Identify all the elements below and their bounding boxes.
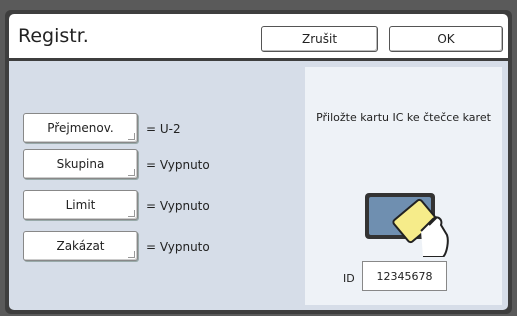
rename-button-label: Přejmenov. — [47, 121, 114, 135]
corner-mark-icon — [128, 210, 135, 217]
id-value: 12345678 — [376, 269, 433, 283]
cancel-button[interactable]: Zrušit — [261, 26, 378, 52]
card-reader-panel: Přiložte kartu IC ke čtečce karet ID 123… — [305, 67, 502, 305]
corner-mark-icon — [128, 133, 135, 140]
rename-value: = U-2 — [146, 122, 181, 136]
id-label: ID — [343, 272, 355, 285]
limit-button[interactable]: Limit — [23, 190, 138, 220]
corner-mark-icon — [128, 169, 135, 176]
limit-button-label: Limit — [65, 198, 96, 212]
id-field: 12345678 — [362, 261, 447, 291]
group-button[interactable]: Skupina — [23, 149, 138, 179]
disable-value: = Vypnuto — [146, 240, 210, 254]
rename-button[interactable]: Přejmenov. — [23, 113, 138, 143]
card-instruction: Přiložte kartu IC ke čtečce karet — [316, 111, 491, 124]
disable-button-label: Zakázat — [56, 239, 105, 253]
group-button-label: Skupina — [56, 157, 105, 171]
main-area: Přejmenov. = U-2 Skupina = Vypnuto Limit… — [9, 61, 508, 310]
limit-value: = Vypnuto — [146, 199, 210, 213]
corner-mark-icon — [128, 251, 135, 258]
ok-button[interactable]: OK — [389, 26, 503, 52]
disable-button[interactable]: Zakázat — [23, 231, 138, 261]
card-reader-hand-icon — [365, 193, 449, 257]
group-value: = Vypnuto — [146, 158, 210, 172]
page-title: Registr. — [18, 25, 89, 47]
header-bar: Registr. Zrušit OK — [9, 14, 508, 58]
